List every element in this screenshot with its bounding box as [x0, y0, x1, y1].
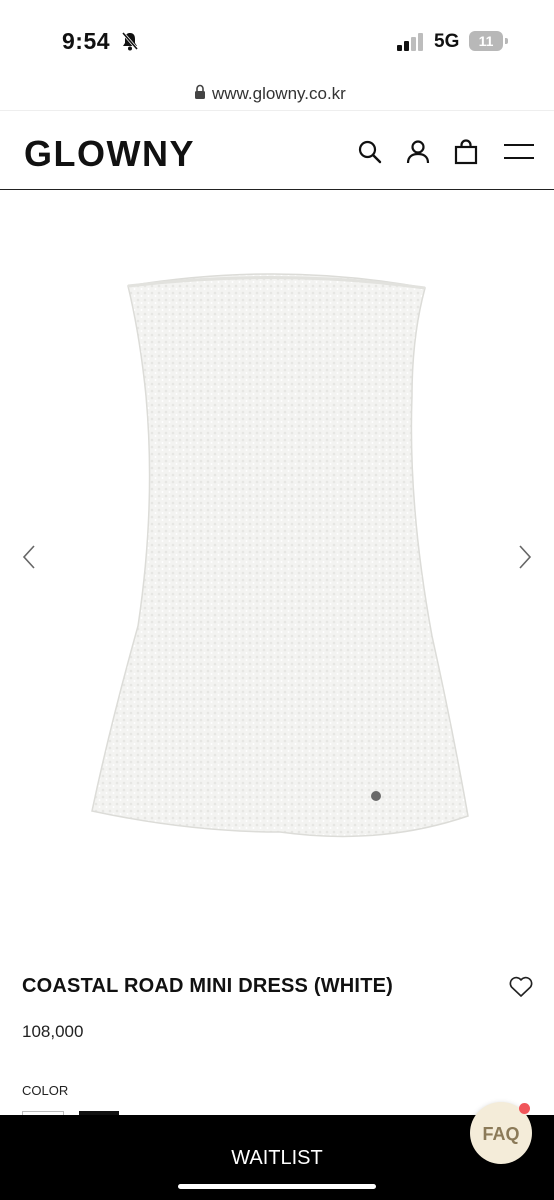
color-label: COLOR — [22, 1083, 69, 1098]
chevron-right-icon[interactable] — [517, 543, 533, 571]
status-time: 9:54 — [62, 28, 111, 54]
notification-dot — [519, 1103, 530, 1114]
battery-tip — [505, 38, 508, 44]
network-label: 5G — [434, 31, 460, 52]
url-text[interactable]: www.glowny.co.kr — [212, 84, 346, 104]
lock-icon — [195, 84, 205, 99]
search-icon[interactable] — [357, 139, 383, 165]
waitlist-button[interactable]: WAITLIST — [0, 1147, 554, 1170]
heart-icon[interactable] — [508, 975, 534, 999]
faq-label[interactable]: FAQ — [470, 1124, 532, 1145]
site-logo[interactable]: GLOWNY — [24, 133, 195, 175]
product-price: 108,000 — [22, 1022, 84, 1041]
status-bar: 9:54 5G 11 — [0, 0, 554, 80]
battery-icon: 11 — [469, 31, 503, 51]
site-header: GLOWNY — [0, 111, 554, 190]
product-image[interactable] — [80, 256, 480, 856]
bell-slash-icon — [121, 32, 139, 51]
chevron-left-icon[interactable] — [21, 543, 37, 571]
product-gallery[interactable] — [0, 191, 554, 941]
user-icon[interactable] — [405, 139, 431, 165]
product-name: COASTAL ROAD MINI DRESS (WHITE) — [22, 975, 394, 997]
menu-icon[interactable] — [503, 139, 535, 165]
bag-icon[interactable] — [453, 139, 479, 165]
signal-icon — [397, 33, 423, 51]
home-indicator — [178, 1184, 376, 1189]
